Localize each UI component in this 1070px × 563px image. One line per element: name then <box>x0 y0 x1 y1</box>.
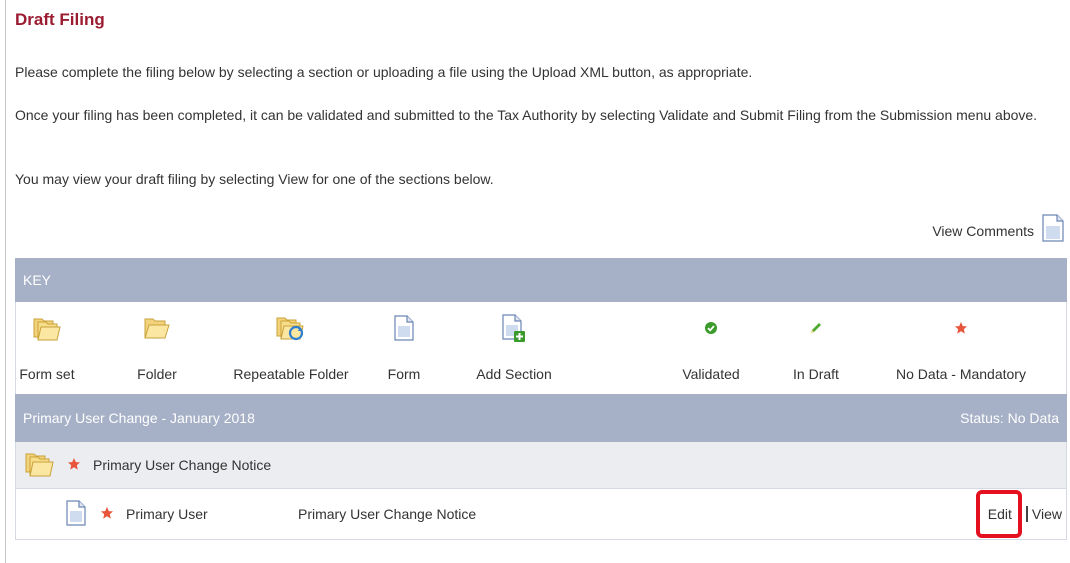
repeatable-folder-icon <box>214 314 368 342</box>
form-set-folder-icon <box>25 450 55 481</box>
key-label: Form <box>387 366 421 382</box>
link-separator <box>1025 506 1028 522</box>
view-link[interactable]: View <box>1032 506 1062 522</box>
key-label: Repeatable Folder <box>233 366 349 382</box>
add-section-icon <box>462 314 566 342</box>
filing-title: Primary User Change - January 2018 <box>23 410 255 426</box>
page-title: Draft Filing <box>15 10 105 29</box>
star-icon <box>100 506 114 523</box>
filing-header: Primary User Change - January 2018 Statu… <box>15 394 1067 442</box>
instructions-paragraph-2: Once your filing has been completed, it … <box>15 107 1038 123</box>
star-icon <box>871 314 1051 342</box>
section-group-label: Primary User Change Notice <box>93 457 272 473</box>
form-icon <box>66 499 86 529</box>
key-item-repeatable-folder: Repeatable Folder <box>214 302 368 394</box>
key-item-form: Form <box>382 302 426 394</box>
key-label: Validated <box>682 366 740 382</box>
form-icon <box>382 314 426 342</box>
document-icon <box>1042 214 1064 247</box>
key-item-form-set: Form set <box>16 302 78 394</box>
key-label: Form set <box>19 366 75 382</box>
star-icon <box>67 457 81 474</box>
view-comments-link[interactable]: View Comments <box>932 214 1064 247</box>
key-item-no-data-mandatory: No Data - Mandatory <box>871 302 1051 394</box>
key-title: KEY <box>23 272 52 288</box>
section-item-name: Primary User <box>126 506 208 522</box>
key-item-in-draft: In Draft <box>781 302 851 394</box>
key-item-add-section: Add Section <box>462 302 566 394</box>
key-label: No Data - Mandatory <box>896 366 1026 382</box>
left-border <box>5 0 6 563</box>
edit-link[interactable]: Edit <box>988 506 1012 522</box>
key-item-folder: Folder <box>123 302 191 394</box>
folder-icon <box>123 314 191 342</box>
section-group-row[interactable]: Primary User Change Notice <box>15 442 1067 489</box>
section-item-description: Primary User Change Notice <box>298 506 477 522</box>
key-label: Folder <box>137 366 177 382</box>
key-label: Add Section <box>476 366 552 382</box>
section-item-actions: Edit View <box>975 489 1062 539</box>
instructions-paragraph-3: You may view your draft filing by select… <box>15 171 494 187</box>
filing-panel: KEY Form set Folder Repeatable Folder Fo… <box>15 258 1067 540</box>
edit-highlight: Edit <box>975 490 1022 538</box>
form-set-folder-icon <box>16 314 78 342</box>
key-header: KEY <box>15 258 1067 302</box>
section-item-row: Primary User Primary User Change Notice … <box>15 489 1067 540</box>
key-label: In Draft <box>793 366 839 382</box>
check-circle-icon <box>671 314 751 342</box>
pencil-icon <box>781 314 851 342</box>
key-legend: Form set Folder Repeatable Folder Form A… <box>15 302 1067 394</box>
instructions-paragraph-1: Please complete the filing below by sele… <box>15 64 753 80</box>
view-comments-label: View Comments <box>932 222 1034 239</box>
filing-status: Status: No Data <box>960 410 1059 426</box>
key-item-validated: Validated <box>671 302 751 394</box>
